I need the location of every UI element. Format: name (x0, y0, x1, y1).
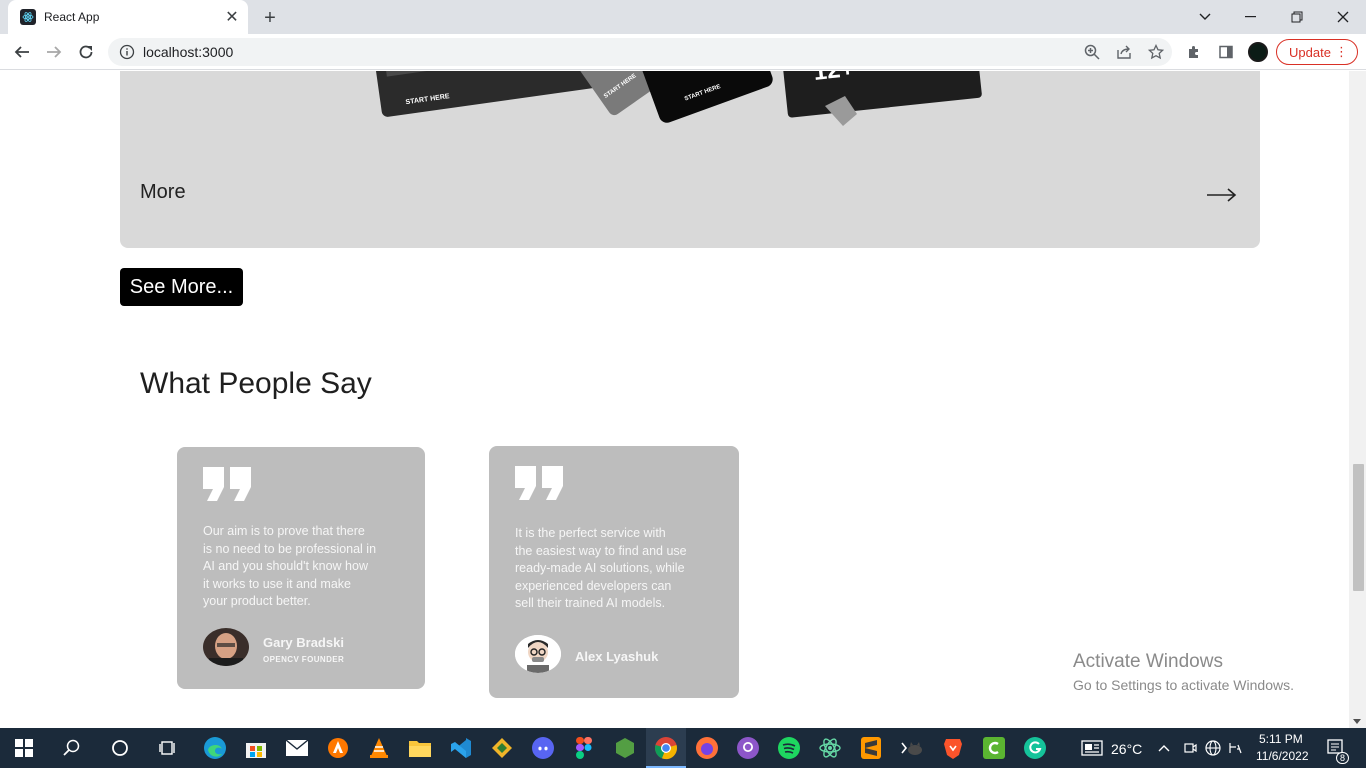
firefox-icon[interactable] (693, 734, 721, 762)
avatar (515, 635, 561, 673)
testimonial-line: AI and you should't know how (203, 559, 368, 573)
restore-icon[interactable] (1274, 0, 1320, 34)
testimonial-line: sell their trained AI models. (515, 596, 666, 610)
testimonial-line: experienced developers can (515, 578, 672, 593)
news-weather-icon[interactable] (1080, 734, 1104, 762)
weather-temperature[interactable]: 26°C (1111, 741, 1142, 757)
chrome-icon[interactable] (652, 734, 680, 762)
figma-icon[interactable] (570, 734, 598, 762)
spotify-icon[interactable] (775, 734, 803, 762)
tab-close-icon[interactable]: ✕ (222, 7, 242, 27)
vertical-scrollbar[interactable] (1349, 71, 1366, 728)
testimonial-name: Gary Bradski (263, 635, 344, 650)
testimonial-line: Our aim is to prove that there (203, 524, 365, 538)
update-label: Update (1289, 44, 1331, 60)
language-icon[interactable] (1226, 734, 1246, 762)
clock-time[interactable]: 5:11 PM (1259, 732, 1303, 746)
activate-title: Activate Windows (1073, 651, 1223, 672)
extensions-puzzle-icon[interactable] (1180, 38, 1208, 66)
forward-arrow-icon[interactable] (40, 38, 68, 66)
scroll-down-arrow-icon[interactable] (1353, 719, 1361, 724)
browser-tab[interactable]: React App ✕ (8, 0, 248, 34)
vscode-icon[interactable] (447, 734, 475, 762)
url-text[interactable]: localhost:3000 (143, 44, 1076, 60)
camtasia-icon[interactable] (980, 734, 1008, 762)
profile-avatar[interactable] (1248, 42, 1268, 62)
browser-toolbar: localhost:3000 Update ⋮ (0, 34, 1366, 70)
address-bar[interactable]: localhost:3000 (108, 38, 1172, 66)
sublime-text-icon[interactable] (857, 734, 885, 762)
discord-icon[interactable] (529, 734, 557, 762)
testimonial-card: It is the perfect service with the easie… (489, 446, 739, 698)
task-view-icon[interactable] (154, 734, 182, 762)
tab-search-chevron-icon[interactable] (1182, 0, 1228, 34)
site-info-icon[interactable] (119, 44, 135, 60)
cortana-icon[interactable] (106, 734, 134, 762)
testimonial-line: it works to use it and make (203, 576, 351, 591)
update-button[interactable]: Update ⋮ (1276, 39, 1358, 65)
brave-icon[interactable] (939, 734, 967, 762)
scroll-thumb[interactable] (1353, 464, 1364, 591)
share-icon[interactable] (1108, 38, 1140, 66)
edge-icon[interactable] (201, 734, 229, 762)
clock-date[interactable]: 11/6/2022 (1256, 749, 1309, 763)
template-cards-image: START HERE START HERE START HERE 12+ Mo (370, 71, 982, 126)
file-explorer-icon[interactable] (406, 734, 434, 762)
terminal-cat-icon[interactable] (898, 734, 926, 762)
section-title: What People Say (140, 367, 372, 400)
atom-icon[interactable] (816, 734, 844, 762)
testimonial-line: your product better. (203, 594, 311, 608)
nodejs-icon[interactable] (611, 734, 639, 762)
activate-windows-watermark: Activate Windows Go to Settings to activ… (1073, 651, 1294, 693)
minimize-icon[interactable] (1228, 0, 1274, 34)
reload-icon[interactable] (72, 38, 100, 66)
github-desktop-icon[interactable] (734, 734, 762, 762)
new-tab-icon[interactable]: + (258, 6, 282, 30)
search-icon[interactable] (58, 734, 86, 762)
avatar (203, 628, 249, 666)
notification-count-badge: 8 (1336, 752, 1350, 764)
quote-icon (515, 466, 563, 500)
tab-title: React App (44, 10, 100, 24)
windows-taskbar: 26°C 5:11 PM 11/6/2022 8 (0, 728, 1366, 768)
avast-icon[interactable] (324, 734, 352, 762)
chevron-up-icon[interactable] (1154, 734, 1174, 762)
more-card[interactable]: START HERE START HERE START HERE 12+ Mo … (120, 71, 1260, 248)
testimonial-role: OPENCV FOUNDER (263, 655, 345, 664)
testimonial-line: ready-made AI solutions, while (515, 561, 685, 575)
sourcetree-icon[interactable] (488, 734, 516, 762)
vlc-icon[interactable] (365, 734, 393, 762)
testimonial-text: It is the perfect service with the easie… (515, 525, 687, 613)
testimonial-line: the easiest way to find and use (515, 543, 687, 558)
testimonial-name: Alex Lyashuk (575, 649, 659, 664)
close-window-icon[interactable] (1320, 0, 1366, 34)
testimonial-line: It is the perfect service with (515, 526, 666, 540)
grammarly-icon[interactable] (1021, 734, 1049, 762)
activate-subtitle: Go to Settings to activate Windows. (1073, 677, 1294, 693)
testimonial-card: Our aim is to prove that there is no nee… (177, 447, 425, 689)
microsoft-store-icon[interactable] (242, 734, 270, 762)
meet-now-icon[interactable] (1180, 734, 1200, 762)
kebab-menu-icon: ⋮ (1335, 44, 1348, 59)
testimonial-text: Our aim is to prove that there is no nee… (203, 523, 376, 611)
back-arrow-icon[interactable] (8, 38, 36, 66)
testimonial-line: is no need to be professional in (203, 541, 377, 556)
react-favicon-icon (20, 9, 36, 25)
mail-icon[interactable] (283, 734, 311, 762)
see-more-button[interactable]: See More... (120, 268, 243, 306)
page-viewport: START HERE START HERE START HERE 12+ Mo … (0, 71, 1366, 728)
network-globe-icon[interactable] (1203, 734, 1223, 762)
zoom-icon[interactable] (1076, 38, 1108, 66)
bookmark-star-icon[interactable] (1140, 38, 1172, 66)
side-panel-icon[interactable] (1212, 38, 1240, 66)
windows-start-icon[interactable] (10, 734, 38, 762)
arrow-right-icon[interactable] (1206, 187, 1238, 203)
quote-icon (203, 467, 251, 501)
browser-tab-strip: React App ✕ + (0, 0, 1366, 34)
more-label: More (140, 181, 186, 203)
